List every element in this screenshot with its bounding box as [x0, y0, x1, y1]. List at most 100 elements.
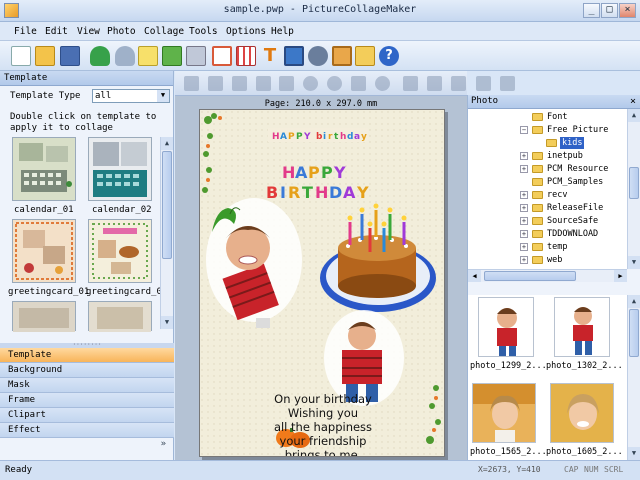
svg-text:I: I: [280, 183, 286, 202]
photo-label: photo_1565_2...: [470, 447, 547, 457]
template-thumbnail[interactable]: [12, 301, 76, 332]
cut-icon[interactable]: [451, 76, 466, 91]
text-icon[interactable]: T: [260, 46, 280, 66]
title-bar: sample.pwp - PictureCollageMaker _ □ ×: [0, 0, 640, 22]
grid-icon[interactable]: [236, 46, 256, 66]
tree-item-label: PCM_Samples: [547, 177, 604, 187]
scroll-up-icon[interactable]: ▲: [628, 109, 640, 122]
tree-hscrollbar[interactable]: ◀ ▶: [468, 269, 627, 282]
monitor-icon[interactable]: [284, 46, 304, 66]
template-thumbnail-label: greetingcard_01: [8, 287, 90, 297]
scroll-down-icon[interactable]: ▼: [628, 447, 640, 460]
scroll-thumb[interactable]: [484, 271, 576, 281]
expand-icon[interactable]: +: [520, 152, 528, 160]
minimize-button[interactable]: _: [583, 3, 600, 18]
expand-icon[interactable]: +: [520, 243, 528, 251]
expand-icon[interactable]: +: [520, 256, 528, 264]
send-back-icon[interactable]: [208, 76, 223, 91]
collapse-icon[interactable]: −: [520, 126, 528, 134]
template-thumbnail[interactable]: [12, 219, 76, 283]
move-up-icon[interactable]: [256, 76, 271, 91]
template-thumbnail[interactable]: [88, 137, 152, 201]
move-down-icon[interactable]: [279, 76, 294, 91]
undo-icon[interactable]: [90, 46, 110, 66]
folder-icon: [532, 243, 543, 251]
menu-edit[interactable]: Edit: [45, 26, 68, 37]
tab-effect[interactable]: Effect: [0, 423, 174, 438]
crop-icon[interactable]: [232, 76, 247, 91]
image-icon[interactable]: [332, 46, 352, 66]
expand-icon[interactable]: +: [520, 230, 528, 238]
scroll-left-icon[interactable]: ◀: [468, 270, 481, 282]
photo-thumbnail[interactable]: [554, 297, 610, 357]
template-type-select[interactable]: all ▼: [92, 89, 170, 103]
delete-icon[interactable]: [351, 76, 366, 91]
scroll-thumb[interactable]: [629, 167, 639, 199]
template-hint-line: Double click on template to: [10, 112, 157, 122]
photo-thumbnail[interactable]: [472, 383, 536, 443]
settings-icon[interactable]: [308, 46, 328, 66]
save-icon[interactable]: [60, 46, 80, 66]
notes-icon[interactable]: [138, 46, 158, 66]
redo-icon[interactable]: [115, 46, 135, 66]
rotate-right-icon[interactable]: [327, 76, 342, 91]
help-icon[interactable]: ?: [379, 46, 399, 66]
layout-icon[interactable]: [212, 46, 232, 66]
expand-icon[interactable]: +: [520, 191, 528, 199]
tree-scrollbar[interactable]: ▲ ▼: [627, 109, 640, 269]
menu-file[interactable]: File: [14, 26, 37, 37]
birthday-message[interactable]: On your birthday Wishing you all the hap…: [238, 392, 408, 456]
rotate-left-icon[interactable]: [303, 76, 318, 91]
expand-icon[interactable]: +: [520, 217, 528, 225]
menu-options[interactable]: Options: [226, 26, 266, 37]
num-indicator: NUM: [584, 465, 599, 474]
copy-icon[interactable]: [476, 76, 491, 91]
photo-thumbnail[interactable]: [550, 383, 614, 443]
expand-icon[interactable]: +: [520, 204, 528, 212]
tab-clipart[interactable]: Clipart: [0, 408, 174, 423]
expand-icon[interactable]: +: [520, 165, 528, 173]
template-thumbnail[interactable]: [88, 301, 152, 332]
print-icon[interactable]: [186, 46, 206, 66]
paste-icon[interactable]: [500, 76, 515, 91]
collage-canvas[interactable]: HA PP Y bi rt hd ay HA PP Y BI RT HD AY: [199, 109, 445, 457]
open-icon[interactable]: [35, 46, 55, 66]
scroll-thumb[interactable]: [629, 309, 639, 357]
template-thumbnail[interactable]: [12, 137, 76, 201]
photo-thumbnail[interactable]: [478, 297, 534, 357]
settings-icon[interactable]: [375, 76, 390, 91]
scroll-down-icon[interactable]: ▼: [628, 256, 640, 269]
template-thumbnail[interactable]: [88, 219, 152, 283]
bring-front-icon[interactable]: [184, 76, 199, 91]
chevron-down-icon[interactable]: ▼: [157, 90, 169, 102]
photo-image: [473, 384, 535, 442]
photo-label: photo_1302_2...: [546, 361, 623, 371]
close-icon[interactable]: ×: [630, 95, 636, 108]
fit-icon[interactable]: [427, 76, 442, 91]
menu-tools[interactable]: Tools: [189, 26, 218, 37]
scroll-right-icon[interactable]: ▶: [614, 270, 627, 282]
check-icon[interactable]: [162, 46, 182, 66]
menu-help[interactable]: Help: [271, 26, 294, 37]
menu-photo[interactable]: Photo: [107, 26, 136, 37]
menu-collage[interactable]: Collage: [144, 26, 184, 37]
scroll-up-icon[interactable]: ▲: [161, 137, 173, 150]
tab-background[interactable]: Background: [0, 363, 174, 378]
scroll-up-icon[interactable]: ▲: [628, 295, 640, 308]
folder-icon[interactable]: [355, 46, 375, 66]
scroll-down-icon[interactable]: ▼: [161, 316, 173, 329]
tab-mask[interactable]: Mask: [0, 378, 174, 393]
maximize-button[interactable]: □: [601, 3, 618, 18]
menu-view[interactable]: View: [77, 26, 100, 37]
tab-frame[interactable]: Frame: [0, 393, 174, 408]
scroll-indicator: SCRL: [604, 465, 624, 474]
template-scrollbar[interactable]: ▲ ▼: [160, 137, 173, 329]
close-button[interactable]: ×: [619, 3, 636, 18]
more-tabs-icon[interactable]: »: [0, 439, 174, 453]
tab-template[interactable]: Template: [0, 348, 174, 363]
new-icon[interactable]: [11, 46, 31, 66]
align-icon[interactable]: [403, 76, 418, 91]
photos-scrollbar[interactable]: ▲ ▼: [627, 295, 640, 460]
tree-item-label: Free Picture: [547, 125, 609, 135]
scroll-thumb[interactable]: [162, 151, 172, 259]
